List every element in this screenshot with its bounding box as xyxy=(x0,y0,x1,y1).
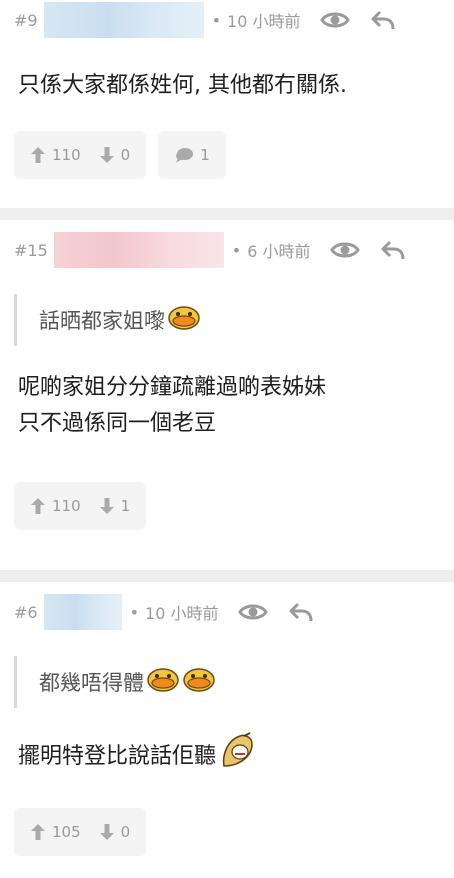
vote-pill: 110 1 xyxy=(14,482,147,530)
upvote-count: 110 xyxy=(52,497,81,515)
thumb-down-arrow-icon xyxy=(99,824,114,840)
meta-dot: • xyxy=(231,240,242,260)
post-separator xyxy=(0,208,454,220)
thumb-up-arrow-icon xyxy=(31,498,45,514)
downvote-count: 1 xyxy=(120,497,131,515)
upvote-button[interactable]: 110 xyxy=(30,146,81,164)
eye-icon[interactable] xyxy=(330,239,361,261)
comment-line: 只不過係同一個老豆 xyxy=(18,411,217,436)
thumb-up-arrow-icon xyxy=(31,824,45,840)
downvote-button[interactable]: 0 xyxy=(99,823,131,841)
quote-text: 都幾唔得體 xyxy=(39,671,144,695)
downvote-button[interactable]: 1 xyxy=(99,497,131,515)
comment-body: 擺明特登比說話佢聽 xyxy=(0,708,454,782)
duck-emoji-icon xyxy=(146,667,180,698)
eye-icon[interactable] xyxy=(320,9,351,31)
blurred-username[interactable] xyxy=(53,232,224,268)
eye-icon[interactable] xyxy=(238,601,269,623)
comment-line: 擺明特登比說話佢聽 xyxy=(18,744,217,769)
comment-post-6: #6 • 10 小時前 都幾唔得體 擺明特登比說話佢聽 105 0 xyxy=(0,582,454,878)
comment-post-9: #9 • 10 小時前 只係大家都係姓何, 其他都冇關係. 110 0 1 xyxy=(0,0,454,208)
downvote-button[interactable]: 0 xyxy=(99,146,131,164)
comment-actions: 110 0 1 xyxy=(0,131,454,179)
comment-line: 呢啲家姐分分鐘疏離過啲表姊妹 xyxy=(18,375,327,400)
thumb-up-arrow-icon xyxy=(31,147,45,163)
floor-number: #6 xyxy=(14,602,38,622)
quoted-text: 話晒都家姐嚟 xyxy=(14,294,454,346)
reply-arrow-icon[interactable] xyxy=(370,9,396,31)
comment-actions: 110 1 xyxy=(0,482,454,530)
downvote-count: 0 xyxy=(120,146,131,164)
downvote-count: 0 xyxy=(120,823,131,841)
meta-dot: • xyxy=(211,10,222,30)
comment-body: 呢啲家姐分分鐘疏離過啲表姊妹 只不過係同一個老豆 xyxy=(0,346,454,442)
quoted-text: 都幾唔得體 xyxy=(14,656,454,708)
comment-body: 只係大家都係姓何, 其他都冇關係. xyxy=(0,40,454,104)
comment-meta: #6 • 10 小時前 xyxy=(0,582,454,642)
comment-actions: 105 0 xyxy=(0,808,454,856)
duck-emoji-icon xyxy=(182,667,216,698)
reply-arrow-icon[interactable] xyxy=(380,239,406,261)
meta-dot: • xyxy=(129,602,140,622)
post-separator xyxy=(0,570,454,582)
comment-post-15: #15 • 6 小時前 話晒都家姐嚟 呢啲家姐分分鐘疏離過啲表姊妹 只不過係同一… xyxy=(0,220,454,570)
thumb-down-arrow-icon xyxy=(99,498,114,514)
upvote-count: 105 xyxy=(52,823,81,841)
floor-number: #15 xyxy=(14,240,48,260)
blurred-username[interactable] xyxy=(43,2,204,38)
reply-count: 1 xyxy=(200,146,210,164)
banana-emoji-icon xyxy=(218,732,256,782)
quote-text: 話晒都家姐嚟 xyxy=(39,309,165,333)
floor-number: #9 xyxy=(14,10,38,30)
post-time: 6 小時前 xyxy=(247,242,311,261)
vote-pill: 105 0 xyxy=(14,808,147,856)
post-time: 10 小時前 xyxy=(227,12,301,31)
upvote-count: 110 xyxy=(52,146,81,164)
upvote-button[interactable]: 110 xyxy=(30,497,81,515)
comment-bubble-icon xyxy=(176,148,194,163)
reply-count-button[interactable]: 1 xyxy=(158,131,226,179)
duck-emoji-icon xyxy=(167,305,201,336)
upvote-button[interactable]: 105 xyxy=(30,823,81,841)
blurred-username[interactable] xyxy=(43,594,122,630)
vote-pill: 110 0 xyxy=(14,131,147,179)
comment-meta: #15 • 6 小時前 xyxy=(0,220,454,280)
thumb-down-arrow-icon xyxy=(99,147,114,163)
comment-line: 只係大家都係姓何, 其他都冇關係. xyxy=(18,73,347,98)
comment-meta: #9 • 10 小時前 xyxy=(0,0,454,40)
reply-arrow-icon[interactable] xyxy=(288,601,314,623)
post-time: 10 小時前 xyxy=(145,604,219,623)
